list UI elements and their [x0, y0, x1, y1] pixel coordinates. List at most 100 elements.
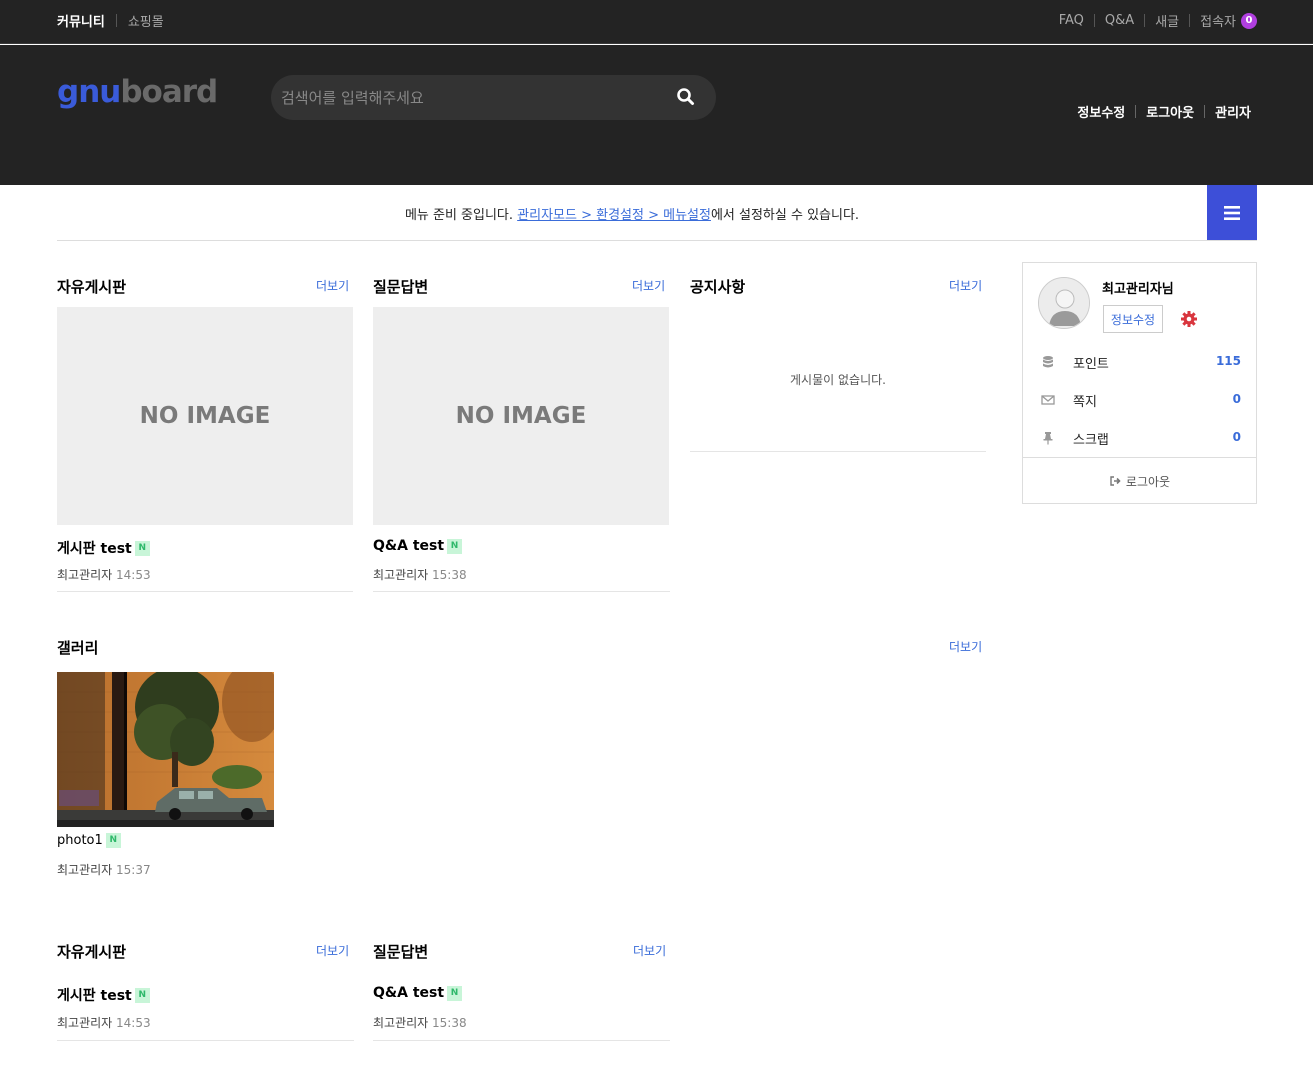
- more-link-free-board[interactable]: 더보기: [316, 277, 349, 294]
- gallery-thumbnail[interactable]: [57, 672, 274, 827]
- link-admin[interactable]: 관리자: [1215, 102, 1251, 121]
- no-image-label: NO IMAGE: [455, 403, 587, 429]
- notice-prefix: 메뉴 준비 중입니다.: [404, 208, 518, 223]
- gallery-photo: [57, 672, 274, 827]
- top-right-menu: FAQ Q&A 새글 접속자 0: [1059, 11, 1257, 30]
- link-logout[interactable]: 로그아웃: [1146, 102, 1194, 121]
- post-time: 15:38: [432, 1016, 467, 1030]
- post-title-text: Q&A test: [373, 985, 445, 1001]
- divider: [1144, 14, 1146, 27]
- divider: [1135, 105, 1137, 118]
- database-icon: [1041, 355, 1055, 369]
- post-time: 15:37: [116, 863, 151, 877]
- profile-logout-button[interactable]: 로그아웃: [1023, 457, 1256, 504]
- more-link-free-board[interactable]: 더보기: [316, 942, 349, 959]
- post-author: 최고관리자: [373, 568, 429, 582]
- widget-title-qa[interactable]: 질문답변: [373, 941, 428, 962]
- search-input[interactable]: [281, 75, 661, 120]
- post-title-text: 게시판 test: [57, 988, 132, 1004]
- post-author: 최고관리자: [373, 1016, 429, 1030]
- link-faq[interactable]: FAQ: [1059, 13, 1084, 28]
- menu-settings-link[interactable]: 관리자모드 > 환경설정 > 메뉴설정: [517, 208, 711, 223]
- profile-row-label: 쪽지: [1073, 395, 1097, 410]
- post-author: 최고관리자: [57, 1016, 113, 1030]
- profile-row-value: 0: [1232, 430, 1241, 444]
- profile-edit-button[interactable]: 정보수정: [1103, 305, 1163, 333]
- widget-title-notice[interactable]: 공지사항: [690, 276, 745, 297]
- divider: [57, 1040, 354, 1041]
- logout-label: 로그아웃: [1125, 474, 1171, 489]
- gallery-post-title[interactable]: photo1 N: [57, 833, 121, 848]
- search-icon: [677, 88, 694, 105]
- avatar: [1038, 277, 1090, 329]
- more-link-qa[interactable]: 더보기: [632, 277, 665, 294]
- logo[interactable]: gnuboard: [57, 72, 218, 112]
- divider: [373, 591, 670, 592]
- profile-row-value: 0: [1232, 392, 1241, 406]
- post-time: 15:38: [432, 568, 467, 582]
- pin-icon: [1041, 431, 1055, 445]
- search-button[interactable]: [676, 87, 696, 107]
- main-nav: 메뉴 준비 중입니다. 관리자모드 > 환경설정 > 메뉴설정에서 설정하실 수…: [57, 185, 1257, 241]
- link-shop[interactable]: 쇼핑몰: [128, 11, 164, 30]
- empty-message: 게시물이 없습니다.: [790, 373, 886, 387]
- no-image-placeholder[interactable]: NO IMAGE: [373, 307, 669, 525]
- no-image-placeholder[interactable]: NO IMAGE: [57, 307, 353, 525]
- logo-gnu: gnu: [57, 74, 121, 110]
- no-image-label: NO IMAGE: [139, 403, 271, 429]
- envelope-icon: [1041, 393, 1055, 407]
- post-title-link[interactable]: 게시판 test N: [57, 985, 150, 1005]
- post-meta: 최고관리자 15:38: [373, 566, 467, 583]
- hamburger-menu-button[interactable]: [1207, 185, 1257, 240]
- header-user-menu: 정보수정 로그아웃 관리자: [1077, 102, 1251, 121]
- divider: [115, 14, 117, 27]
- link-community[interactable]: 커뮤니티: [57, 11, 105, 30]
- visitor-count-badge: 0: [1241, 12, 1257, 29]
- more-link-notice[interactable]: 더보기: [949, 277, 982, 294]
- post-meta: 최고관리자 14:53: [57, 566, 151, 583]
- profile-row-label: 포인트: [1073, 357, 1109, 372]
- gear-icon: [1181, 311, 1197, 327]
- post-title-link[interactable]: Q&A test N: [373, 538, 463, 554]
- link-new-posts[interactable]: 새글: [1155, 11, 1179, 30]
- post-author: 최고관리자: [57, 568, 113, 582]
- new-badge: N: [447, 538, 463, 554]
- profile-row-memo[interactable]: 쪽지 0: [1041, 390, 1241, 410]
- link-qa[interactable]: Q&A: [1105, 13, 1134, 28]
- more-link-qa[interactable]: 더보기: [633, 942, 666, 959]
- widget-title-free-board[interactable]: 자유게시판: [57, 941, 126, 962]
- profile-row-point[interactable]: 포인트 115: [1041, 352, 1241, 372]
- profile-row-scrap[interactable]: 스크랩 0: [1041, 428, 1241, 448]
- link-edit-profile[interactable]: 정보수정: [1077, 102, 1125, 121]
- post-author: 최고관리자: [57, 863, 113, 877]
- divider: [690, 451, 986, 452]
- profile-row-label: 스크랩: [1073, 433, 1109, 448]
- divider: [1204, 105, 1206, 118]
- hamburger-icon: [1224, 205, 1240, 220]
- post-meta: 최고관리자 15:38: [373, 1014, 467, 1031]
- divider: [373, 1040, 670, 1041]
- post-title-link[interactable]: 게시판 test N: [57, 538, 150, 558]
- notice-suffix: 에서 설정하실 수 있습니다.: [710, 208, 860, 223]
- post-time: 14:53: [116, 568, 151, 582]
- widget-title-gallery[interactable]: 갤러리: [57, 637, 98, 658]
- post-title-link[interactable]: Q&A test N: [373, 985, 463, 1001]
- post-time: 14:53: [116, 1016, 151, 1030]
- more-link-gallery[interactable]: 더보기: [949, 638, 982, 655]
- search-box: [271, 75, 716, 120]
- widget-title-free-board[interactable]: 자유게시판: [57, 276, 126, 297]
- sign-out-icon: [1110, 476, 1121, 486]
- top-bar: 커뮤니티 쇼핑몰 FAQ Q&A 새글 접속자 0: [0, 0, 1313, 44]
- post-meta: 최고관리자 14:53: [57, 1014, 151, 1031]
- widget-title-qa[interactable]: 질문답변: [373, 276, 428, 297]
- new-badge: N: [134, 540, 150, 556]
- gallery-post-text: photo1: [57, 833, 103, 848]
- user-avatar-icon: [1039, 278, 1089, 328]
- link-visitors[interactable]: 접속자 0: [1200, 11, 1257, 30]
- site-header: gnuboard 정보수정 로그아웃 관리자: [0, 45, 1313, 185]
- divider: [1189, 14, 1191, 27]
- top-left-menu: 커뮤니티 쇼핑몰: [57, 11, 164, 30]
- new-badge: N: [134, 987, 150, 1003]
- menu-notice: 메뉴 준비 중입니다. 관리자모드 > 환경설정 > 메뉴설정에서 설정하실 수…: [57, 204, 1207, 223]
- admin-settings-button[interactable]: [1180, 310, 1198, 328]
